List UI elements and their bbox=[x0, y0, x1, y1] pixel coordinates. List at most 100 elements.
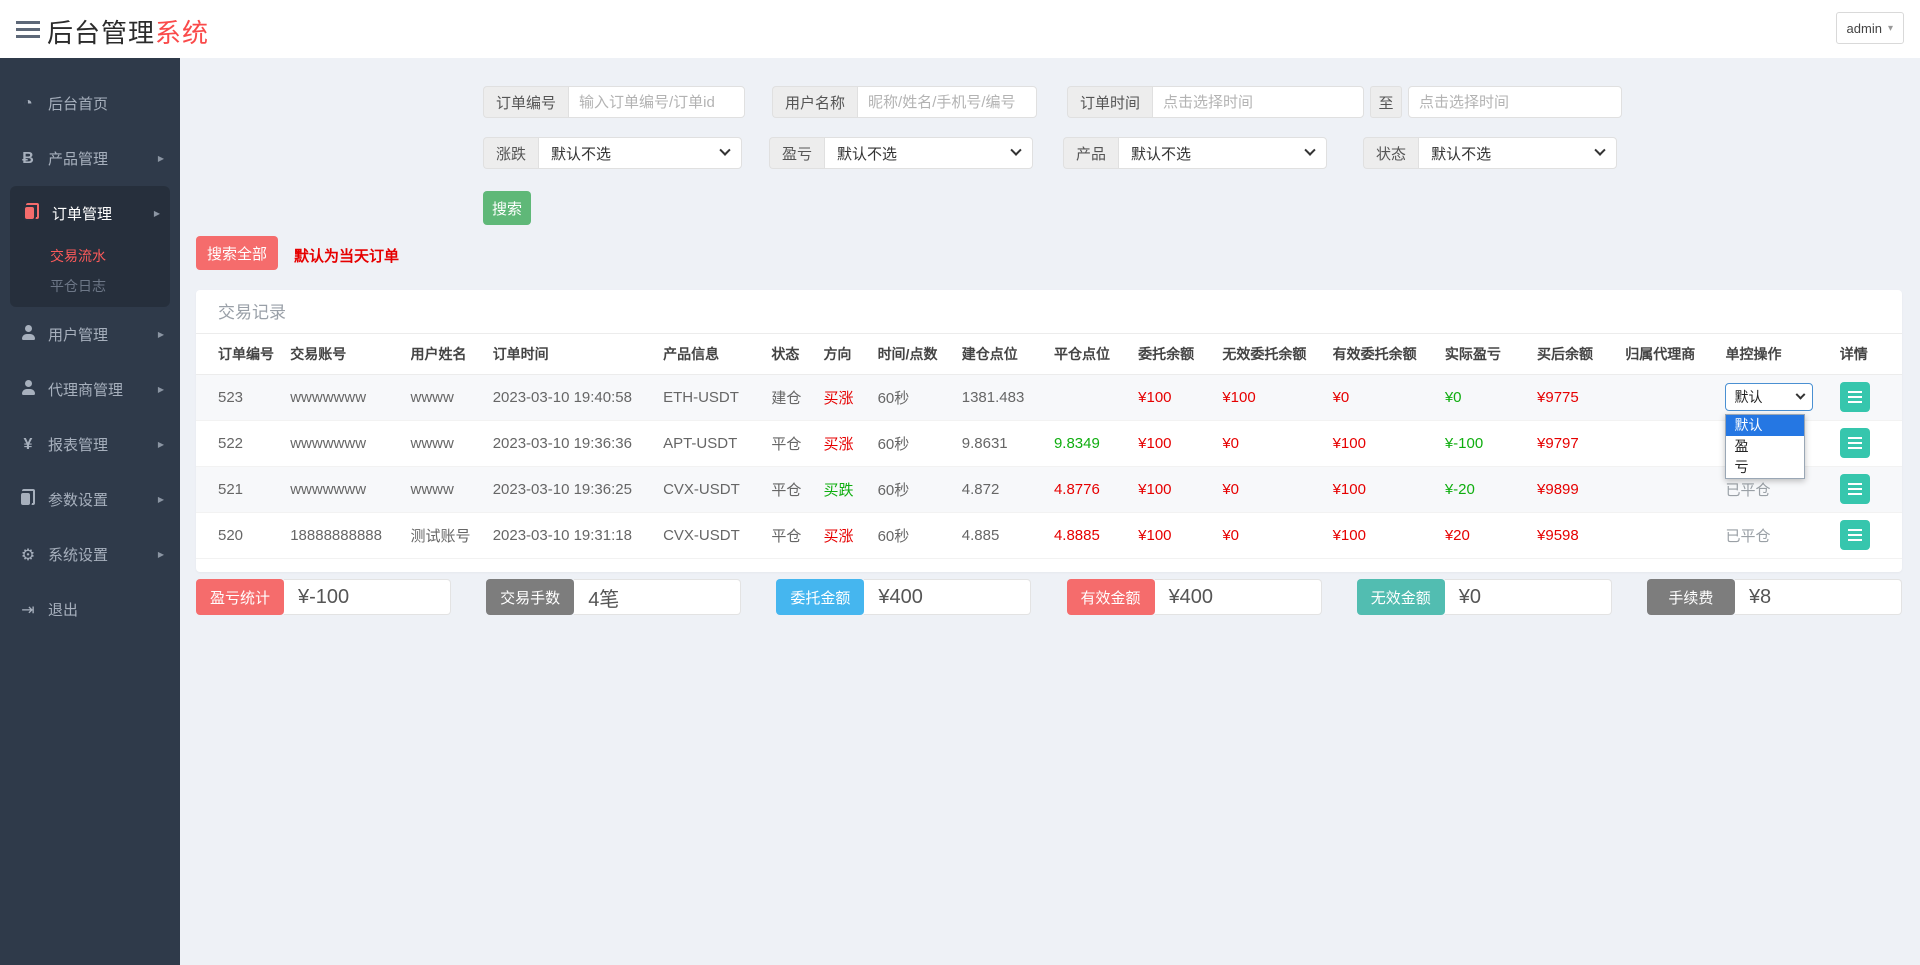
table-header-row: 订单编号 交易账号 用户姓名 订单时间 产品信息 状态 方向 时间/点数 建仓点… bbox=[196, 334, 1902, 375]
stat-label: 有效金额 bbox=[1066, 579, 1155, 615]
agents-icon bbox=[16, 379, 40, 400]
stat-label: 盈亏统计 bbox=[196, 579, 284, 615]
detail-button[interactable] bbox=[1839, 382, 1870, 412]
orders-icon bbox=[20, 203, 44, 224]
chevron-down-icon bbox=[1304, 144, 1316, 156]
status-select[interactable]: 默认不选 bbox=[1418, 137, 1618, 169]
control-cell: 默认 默认 盈 亏 bbox=[1725, 374, 1839, 479]
sidebar-group-orders: 订单管理 ▶ 交易流水 平仓日志 bbox=[10, 186, 170, 307]
stat-label: 委托金额 bbox=[776, 579, 865, 615]
col-profit: 实际盈亏 bbox=[1444, 334, 1538, 375]
chevron-down-icon: ▾ bbox=[1887, 22, 1893, 34]
search-all-button[interactable]: 搜索全部 bbox=[196, 236, 278, 270]
order-no-input[interactable] bbox=[568, 86, 746, 118]
sidebar-item-label: 用户管理 bbox=[48, 327, 109, 344]
profit-loss-label: 盈亏 bbox=[769, 137, 825, 169]
col-direction: 方向 bbox=[823, 334, 878, 375]
user-name-input[interactable] bbox=[857, 86, 1038, 118]
sidebar-item-trade-flow[interactable]: 交易流水 bbox=[10, 241, 170, 271]
closed-status-text: 已平仓 bbox=[1725, 527, 1771, 545]
stat-value: ¥0 bbox=[1444, 579, 1612, 615]
chevron-right-icon: ▶ bbox=[157, 330, 164, 339]
stat-value: ¥400 bbox=[1154, 579, 1322, 615]
product-select[interactable]: 默认不选 bbox=[1118, 137, 1328, 169]
detail-button[interactable] bbox=[1839, 520, 1870, 550]
stat-value: 4笔 bbox=[574, 579, 742, 615]
chevron-down-icon bbox=[719, 144, 731, 156]
stat-value: ¥400 bbox=[864, 579, 1032, 615]
stat-fee: 手续费 ¥8 bbox=[1646, 579, 1902, 615]
today-orders-note: 默认为当天订单 bbox=[294, 248, 400, 265]
detail-button[interactable] bbox=[1839, 428, 1870, 458]
order-time-start-input[interactable] bbox=[1152, 86, 1365, 118]
list-icon bbox=[1847, 391, 1862, 403]
main-content: 订单编号 用户名称 订单时间 至 涨跌 默认不选 盈亏 默认不选 bbox=[180, 58, 1920, 965]
stat-label: 交易手数 bbox=[486, 579, 575, 615]
table-row: 523 wwwwwww wwww 2023-03-10 19:40:58 ETH… bbox=[196, 374, 1902, 479]
order-time-end-input[interactable] bbox=[1408, 86, 1623, 118]
app-title-accent: 系统 bbox=[155, 18, 210, 48]
filter-status: 状态 默认不选 bbox=[1363, 137, 1618, 169]
filter-product: 产品 默认不选 bbox=[1063, 137, 1328, 169]
rise-fall-value: 默认不选 bbox=[551, 145, 612, 163]
sidebar-item-logout[interactable]: ⇥ 退出 bbox=[0, 582, 180, 637]
user-name-label: 用户名称 bbox=[772, 86, 858, 118]
chevron-down-icon bbox=[1796, 389, 1806, 400]
trade-records-table: 订单编号 交易账号 用户姓名 订单时间 产品信息 状态 方向 时间/点数 建仓点… bbox=[196, 334, 1902, 559]
col-invalid-entrust: 无效委托余额 bbox=[1222, 334, 1333, 375]
control-dropdown-list: 默认 盈 亏 bbox=[1725, 413, 1806, 479]
rise-fall-select[interactable]: 默认不选 bbox=[538, 137, 743, 169]
sidebar-item-reports[interactable]: ¥ 报表管理 ▶ bbox=[0, 417, 180, 472]
col-account: 交易账号 bbox=[290, 334, 411, 375]
sidebar: ◔ 后台首页 Ƀ 产品管理 ▶ 订单管理 ▶ 交易流水 平仓日志 用户管理 ▶ … bbox=[0, 58, 180, 965]
product-label: 产品 bbox=[1063, 137, 1119, 169]
dropdown-option[interactable]: 亏 bbox=[1726, 457, 1804, 478]
profit-loss-select[interactable]: 默认不选 bbox=[824, 137, 1034, 169]
dropdown-option[interactable]: 默认 bbox=[1726, 414, 1805, 436]
sidebar-item-label: 代理商管理 bbox=[48, 382, 124, 399]
control-select[interactable]: 默认 bbox=[1725, 383, 1814, 411]
chevron-down-icon bbox=[1010, 144, 1022, 156]
filter-profit-loss: 盈亏 默认不选 bbox=[769, 137, 1034, 169]
list-icon bbox=[1847, 529, 1862, 541]
col-balance-after: 买后余额 bbox=[1537, 334, 1626, 375]
search-button[interactable]: 搜索 bbox=[483, 191, 531, 225]
app-title: 后台管理系统 bbox=[47, 13, 209, 50]
status-label: 状态 bbox=[1363, 137, 1419, 169]
filter-row-1: 订单编号 用户名称 订单时间 至 bbox=[483, 86, 1623, 118]
product-value: 默认不选 bbox=[1131, 145, 1192, 163]
chevron-right-icon: ▶ bbox=[157, 154, 164, 163]
chevron-right-icon: ▶ bbox=[153, 209, 160, 218]
detail-button[interactable] bbox=[1839, 474, 1870, 504]
sidebar-item-params[interactable]: 参数设置 ▶ bbox=[0, 472, 180, 527]
col-agent: 归属代理商 bbox=[1625, 334, 1726, 375]
sidebar-item-label: 退出 bbox=[48, 602, 79, 619]
sidebar-item-users[interactable]: 用户管理 ▶ bbox=[0, 307, 180, 362]
filter-user-name: 用户名称 bbox=[772, 86, 1038, 118]
sidebar-item-settings[interactable]: ⚙ 系统设置 ▶ bbox=[0, 527, 180, 582]
sidebar-item-close-log[interactable]: 平仓日志 bbox=[10, 271, 170, 301]
user-icon bbox=[16, 324, 40, 345]
sidebar-item-orders[interactable]: 订单管理 ▶ bbox=[10, 186, 170, 241]
sidebar-item-home[interactable]: ◔ 后台首页 bbox=[0, 76, 180, 131]
profit-loss-value: 默认不选 bbox=[837, 145, 898, 163]
settings-icon: ⚙ bbox=[20, 546, 36, 564]
top-header: 后台管理系统 admin ▾ bbox=[0, 0, 1920, 58]
params-icon bbox=[16, 489, 40, 510]
status-value: 默认不选 bbox=[1431, 145, 1492, 163]
filter-row-2: 涨跌 默认不选 盈亏 默认不选 产品 默认不选 状态 默认不选 bbox=[483, 137, 1618, 169]
col-product: 产品信息 bbox=[663, 334, 772, 375]
stats-bar: 盈亏统计 ¥-100 交易手数 4笔 委托金额 ¥400 有效金额 ¥400 无… bbox=[196, 579, 1902, 615]
order-time-label: 订单时间 bbox=[1067, 86, 1153, 118]
user-menu[interactable]: admin ▾ bbox=[1835, 12, 1904, 44]
sidebar-item-products[interactable]: Ƀ 产品管理 ▶ bbox=[0, 131, 180, 186]
hamburger-icon[interactable] bbox=[16, 21, 40, 38]
stat-label: 手续费 bbox=[1646, 579, 1735, 615]
chevron-right-icon: ▶ bbox=[157, 550, 164, 559]
reports-icon: ¥ bbox=[23, 435, 33, 453]
filter-order-no: 订单编号 bbox=[483, 86, 746, 118]
dropdown-option[interactable]: 盈 bbox=[1726, 436, 1804, 457]
sidebar-item-agents[interactable]: 代理商管理 ▶ bbox=[0, 362, 180, 417]
sidebar-item-label: 订单管理 bbox=[52, 206, 113, 223]
list-icon bbox=[1847, 437, 1862, 449]
